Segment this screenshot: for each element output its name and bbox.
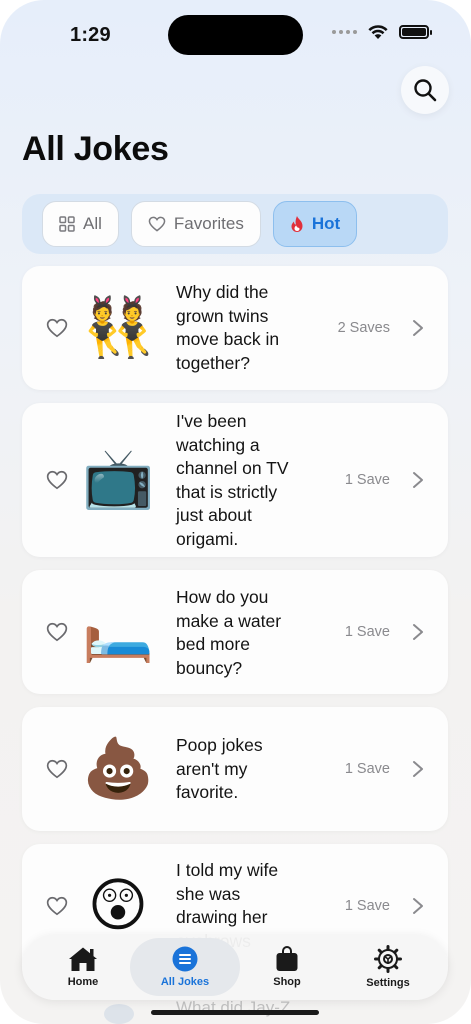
status-bar: 1:29 bbox=[0, 0, 471, 60]
tab-home[interactable]: Home bbox=[30, 934, 136, 1000]
joke-emoji: 🛏️ bbox=[82, 597, 155, 665]
joke-emoji-peek bbox=[104, 1004, 134, 1024]
joke-text: Why did the grown twins move back in tog… bbox=[176, 282, 280, 373]
joke-card[interactable]: 💩 Poop jokes aren't my favorite. 1 Save bbox=[22, 707, 448, 831]
status-time: 1:29 bbox=[70, 24, 111, 46]
tab-home-label: Home bbox=[67, 976, 99, 988]
search-icon bbox=[414, 79, 437, 102]
joke-text-peek: What did Jay-Z bbox=[176, 998, 291, 1017]
filter-hot-button[interactable]: Hot bbox=[272, 201, 358, 247]
cellular-signal-icon bbox=[332, 30, 357, 34]
dynamic-island bbox=[168, 15, 303, 55]
home-indicator[interactable] bbox=[151, 1010, 319, 1015]
filter-bar: All Favorites Hot bbox=[22, 194, 448, 254]
heart-outline-icon bbox=[148, 216, 166, 232]
filter-hot-label: Hot bbox=[311, 214, 341, 233]
filter-all-button[interactable]: All bbox=[42, 201, 119, 247]
filter-all-label: All bbox=[83, 214, 102, 233]
tab-settings-label: Settings bbox=[366, 977, 410, 989]
tab-bar: Home All Jokes Shop Settings bbox=[22, 934, 448, 1000]
saves-count: 1 Save bbox=[344, 761, 390, 777]
joke-emoji: 😲 bbox=[87, 871, 149, 939]
favorite-heart-icon[interactable] bbox=[46, 758, 68, 780]
chevron-right-icon bbox=[413, 761, 423, 777]
status-icons bbox=[332, 24, 432, 40]
joke-card[interactable]: 👯 Why did the grown twins move back in t… bbox=[22, 266, 448, 390]
favorite-heart-icon[interactable] bbox=[46, 469, 68, 491]
saves-count: 1 Save bbox=[344, 624, 390, 640]
joke-card[interactable]: 📺 I've been watching a channel on TV tha… bbox=[22, 403, 448, 557]
tab-settings[interactable]: Settings bbox=[335, 934, 441, 1000]
tab-all-jokes-label: All Jokes bbox=[160, 976, 210, 988]
favorite-heart-icon[interactable] bbox=[46, 621, 68, 643]
filter-favorites-label: Favorites bbox=[173, 214, 244, 233]
page-title: All Jokes bbox=[22, 130, 169, 168]
grid-icon bbox=[59, 216, 75, 232]
search-button[interactable] bbox=[401, 66, 449, 114]
tab-all-jokes[interactable]: All Jokes bbox=[130, 938, 240, 996]
chevron-right-icon bbox=[413, 472, 423, 488]
chevron-right-icon bbox=[413, 624, 423, 640]
house-icon bbox=[69, 947, 97, 971]
wifi-icon bbox=[368, 25, 388, 39]
filter-favorites-button[interactable]: Favorites bbox=[130, 201, 261, 247]
joke-emoji: 👯 bbox=[82, 293, 155, 361]
joke-emoji: 💩 bbox=[82, 734, 155, 802]
saves-count: 1 Save bbox=[344, 472, 390, 488]
tab-shop[interactable]: Shop bbox=[234, 934, 340, 1000]
app-screen: 1:29 All Jokes All Favorites Hot 👯 Why d… bbox=[0, 0, 471, 1024]
list-circle-icon bbox=[172, 946, 198, 972]
joke-text: I've been watching a channel on TV that … bbox=[176, 411, 289, 549]
saves-count: 2 Saves bbox=[337, 320, 390, 336]
favorite-heart-icon[interactable] bbox=[46, 317, 68, 339]
joke-text: How do you make a water bed more bouncy? bbox=[176, 587, 282, 678]
battery-icon bbox=[399, 25, 432, 39]
chevron-right-icon bbox=[413, 898, 423, 914]
joke-card[interactable]: 🛏️ How do you make a water bed more boun… bbox=[22, 570, 448, 694]
joke-emoji: 📺 bbox=[82, 444, 155, 512]
saves-count: 1 Save bbox=[344, 898, 390, 914]
favorite-heart-icon[interactable] bbox=[46, 895, 68, 917]
tab-shop-label: Shop bbox=[273, 976, 301, 988]
shopping-bag-icon bbox=[276, 946, 298, 971]
flame-icon bbox=[291, 216, 303, 232]
chevron-right-icon bbox=[413, 320, 423, 336]
joke-text: Poop jokes aren't my favorite. bbox=[176, 735, 263, 802]
gear-icon bbox=[374, 945, 402, 973]
